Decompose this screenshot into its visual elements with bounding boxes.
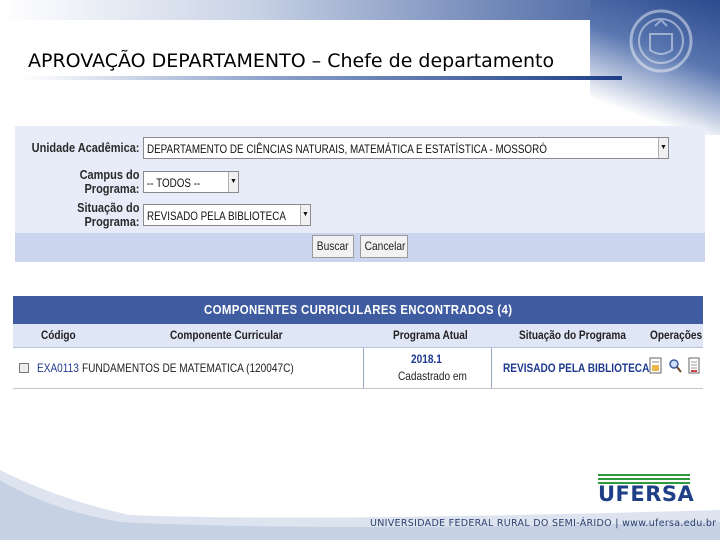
footer-text: UNIVERSIDADE FEDERAL RURAL DO SEMI-ÁRIDO… bbox=[370, 518, 717, 529]
table-row: EXA0113 FUNDAMENTOS DE MATEMATICA (12004… bbox=[13, 348, 703, 389]
column-header-current-program: Programa Atual bbox=[393, 328, 468, 342]
results-caption-text: COMPONENTES CURRICULARES ENCONTRADOS (4) bbox=[203, 302, 513, 317]
ufersa-logo: UFERSA bbox=[598, 474, 695, 506]
academic-unit-select[interactable]: DEPARTAMENTO DE CIÊNCIAS NATURAIS, MATEM… bbox=[143, 137, 669, 159]
logo-text: UFERSA bbox=[598, 482, 695, 506]
campus-value: -- TODOS -- bbox=[147, 176, 201, 190]
results-table: COMPONENTES CURRICULARES ENCONTRADOS (4)… bbox=[13, 296, 703, 389]
academic-unit-label: Unidade Acadêmica: bbox=[31, 141, 140, 155]
filter-fields: Unidade Acadêmica: DEPARTAMENTO DE CIÊNC… bbox=[15, 126, 705, 233]
component-code: EXA0113 bbox=[37, 361, 79, 375]
field-row-academic-unit: Unidade Acadêmica: DEPARTAMENTO DE CIÊNC… bbox=[15, 134, 669, 162]
field-row-situation: Situação do Programa: REVISADO PELA BIBL… bbox=[15, 201, 311, 229]
component-name: FUNDAMENTOS DE MATEMATICA (120047C) bbox=[82, 361, 294, 375]
column-divider bbox=[363, 348, 364, 388]
results-header: Código Componente Curricular Programa At… bbox=[13, 324, 703, 348]
edit-document-icon[interactable] bbox=[649, 357, 663, 375]
column-divider bbox=[491, 348, 492, 388]
campus-select[interactable]: -- TODOS -- ▼ bbox=[143, 171, 239, 193]
title-underline bbox=[22, 76, 622, 80]
column-header-code: Código bbox=[41, 328, 76, 342]
program-year-link[interactable]: 2018.1 bbox=[411, 352, 448, 366]
column-header-component: Componente Curricular bbox=[170, 328, 283, 342]
results-caption: COMPONENTES CURRICULARES ENCONTRADOS (4) bbox=[13, 296, 703, 324]
field-row-campus: Campus do Programa: -- TODOS -- ▼ bbox=[15, 168, 239, 196]
chevron-down-icon: ▼ bbox=[228, 172, 238, 192]
search-button[interactable]: Buscar bbox=[312, 235, 354, 258]
column-header-program-situation: Situação do Programa bbox=[519, 328, 626, 342]
chevron-down-icon: ▼ bbox=[300, 205, 310, 225]
situation-label: Situação do Programa: bbox=[77, 201, 140, 229]
academic-unit-value: DEPARTAMENTO DE CIÊNCIAS NATURAIS, MATEM… bbox=[147, 142, 547, 156]
chevron-down-icon: ▼ bbox=[658, 138, 668, 158]
slide-title: APROVAÇÃO DEPARTAMENTO – Chefe de depart… bbox=[28, 50, 555, 72]
magnifier-icon[interactable] bbox=[668, 357, 682, 375]
filter-form: Unidade Acadêmica: DEPARTAMENTO DE CIÊNC… bbox=[15, 126, 705, 262]
situation-select[interactable]: REVISADO PELA BIBLIOTECA ▼ bbox=[143, 204, 311, 226]
situation-value: REVISADO PELA BIBLIOTECA bbox=[147, 209, 286, 223]
search-button-label: Buscar bbox=[317, 239, 349, 253]
cancel-button[interactable]: Cancelar bbox=[360, 235, 408, 258]
cancel-button-label: Cancelar bbox=[364, 239, 406, 253]
column-header-operations: Operações bbox=[650, 328, 703, 342]
row-select-checkbox[interactable] bbox=[19, 363, 29, 373]
report-icon[interactable] bbox=[687, 357, 701, 375]
campus-label: Campus do Programa: bbox=[79, 168, 140, 196]
university-seal-icon bbox=[629, 9, 693, 73]
program-status-text: Cadastrado em bbox=[398, 369, 467, 383]
